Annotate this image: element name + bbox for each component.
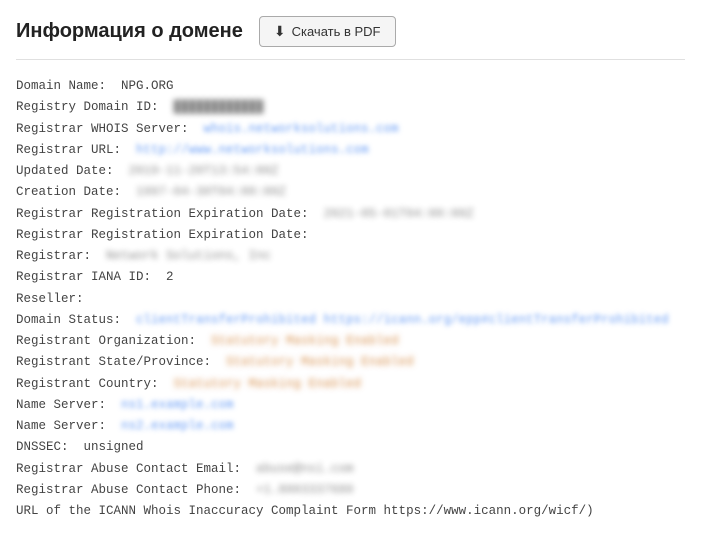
whois-field-label: URL of the ICANN Whois Inaccuracy Compla… [16,501,594,522]
whois-field-label: Registrar Abuse Contact Email: [16,459,256,480]
whois-line: Domain Status: clientTransferProhibited … [16,310,685,331]
whois-field-label: DNSSEC: [16,437,84,458]
whois-field-label: Registrant Organization: [16,331,211,352]
page-header: Информация о домене ⬇ Скачать в PDF [16,16,685,60]
whois-field-label: Reseller: [16,289,99,310]
whois-line: Registrar WHOIS Server: whois.networksol… [16,119,685,140]
whois-field-label: Name Server: [16,395,121,416]
whois-field-value: 2019-11-20T13:54:00Z [129,161,279,182]
pdf-download-button[interactable]: ⬇ Скачать в PDF [259,16,396,47]
whois-field-label: Registrar WHOIS Server: [16,119,204,140]
whois-line: URL of the ICANN Whois Inaccuracy Compla… [16,501,685,522]
whois-field-value: ns2.example.com [121,416,234,437]
whois-line: Reseller: [16,289,685,310]
whois-line: Registrant Organization: Statutory Maski… [16,331,685,352]
whois-field-value: http://www.networksolutions.com [136,140,369,161]
whois-line: Registrar: Network Solutions, Inc [16,246,685,267]
whois-content: Domain Name: NPG.ORGRegistry Domain ID: … [16,76,685,522]
download-icon: ⬇ [274,23,286,40]
whois-field-value: Statutory Masking Enabled [211,331,399,352]
whois-field-value: Statutory Masking Enabled [226,352,414,373]
whois-field-label: Registrar Registration Expiration Date: [16,225,324,246]
whois-field-value: ████████████ [174,97,264,118]
whois-line: Name Server: ns1.example.com [16,395,685,416]
whois-field-value: 1997-04-30T04:00:00Z [136,182,286,203]
page-title: Информация о домене [16,20,243,43]
whois-field-label: Creation Date: [16,182,136,203]
whois-field-label: Registrant Country: [16,374,174,395]
whois-line: Registrar Abuse Contact Email: abuse@nsi… [16,459,685,480]
whois-field-label: Name Server: [16,416,121,437]
whois-field-label: Domain Name: [16,76,121,97]
whois-line: Name Server: ns2.example.com [16,416,685,437]
pdf-button-label: Скачать в PDF [292,24,381,39]
whois-field-value: +1.8003337680 [256,480,354,501]
whois-field-label: Updated Date: [16,161,129,182]
whois-line: Registrar Abuse Contact Phone: +1.800333… [16,480,685,501]
whois-field-label: Registrar: [16,246,106,267]
whois-field-label: Registrar IANA ID: [16,267,166,288]
whois-field-label: Registrar Registration Expiration Date: [16,204,324,225]
whois-line: Registrar Registration Expiration Date: … [16,204,685,225]
whois-field-value: unsigned [84,437,144,458]
whois-field-value: whois.networksolutions.com [204,119,399,140]
whois-line: Registrant State/Province: Statutory Mas… [16,352,685,373]
whois-field-label: Domain Status: [16,310,136,331]
whois-line: Registrar URL: http://www.networksolutio… [16,140,685,161]
whois-field-value: 2021-05-01T04:00:00Z [324,204,474,225]
whois-field-value: Network Solutions, Inc [106,246,271,267]
whois-field-label: Registrar URL: [16,140,136,161]
whois-field-value: abuse@nsi.com [256,459,354,480]
whois-field-value: NPG.ORG [121,76,174,97]
whois-field-value: ns1.example.com [121,395,234,416]
whois-field-label: Registry Domain ID: [16,97,174,118]
whois-field-value: Statutory Masking Enabled [174,374,362,395]
whois-field-value: clientTransferProhibited https://icann.o… [136,310,669,331]
whois-line: DNSSEC: unsigned [16,437,685,458]
whois-line: Registry Domain ID: ████████████ [16,97,685,118]
whois-field-label: Registrant State/Province: [16,352,226,373]
whois-line: Updated Date: 2019-11-20T13:54:00Z [16,161,685,182]
whois-line: Creation Date: 1997-04-30T04:00:00Z [16,182,685,203]
whois-line: Domain Name: NPG.ORG [16,76,685,97]
whois-field-value: 2 [166,267,174,288]
whois-field-label: Registrar Abuse Contact Phone: [16,480,256,501]
whois-line: Registrant Country: Statutory Masking En… [16,374,685,395]
whois-line: Registrar Registration Expiration Date: [16,225,685,246]
whois-line: Registrar IANA ID: 2 [16,267,685,288]
